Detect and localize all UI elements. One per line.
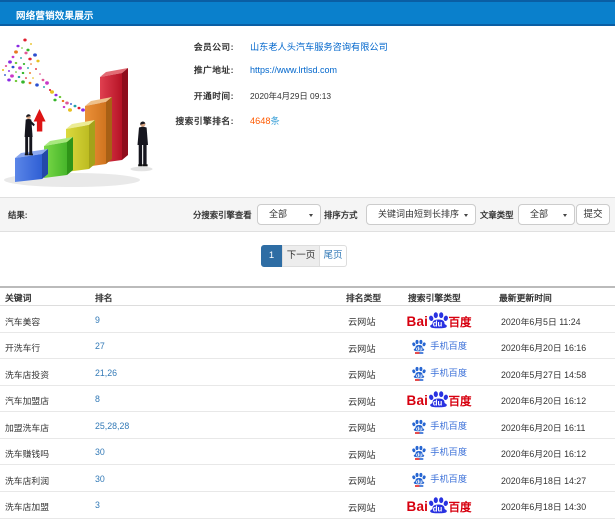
svg-text:Bai: Bai [407, 500, 428, 515]
svg-text:Bai: Bai [407, 393, 428, 408]
svg-text:手机百度: 手机百度 [430, 473, 467, 484]
svg-text:Bai: Bai [407, 314, 428, 329]
svg-text:手机百度: 手机百度 [430, 366, 467, 377]
svg-text:手机百度: 手机百度 [430, 446, 467, 457]
svg-text:手机百度: 手机百度 [430, 340, 467, 351]
svg-text:du: du [433, 399, 443, 408]
svg-text:du: du [416, 453, 423, 459]
svg-text:du: du [416, 426, 423, 432]
svg-text:du: du [416, 347, 423, 353]
svg-text:du: du [416, 480, 423, 486]
svg-text:百度: 百度 [449, 315, 472, 329]
svg-text:du: du [433, 505, 443, 514]
svg-text:百度: 百度 [449, 500, 472, 514]
svg-text:手机百度: 手机百度 [430, 420, 467, 431]
svg-text:du: du [433, 319, 443, 328]
svg-text:du: du [416, 373, 423, 379]
svg-text:百度: 百度 [449, 394, 472, 408]
